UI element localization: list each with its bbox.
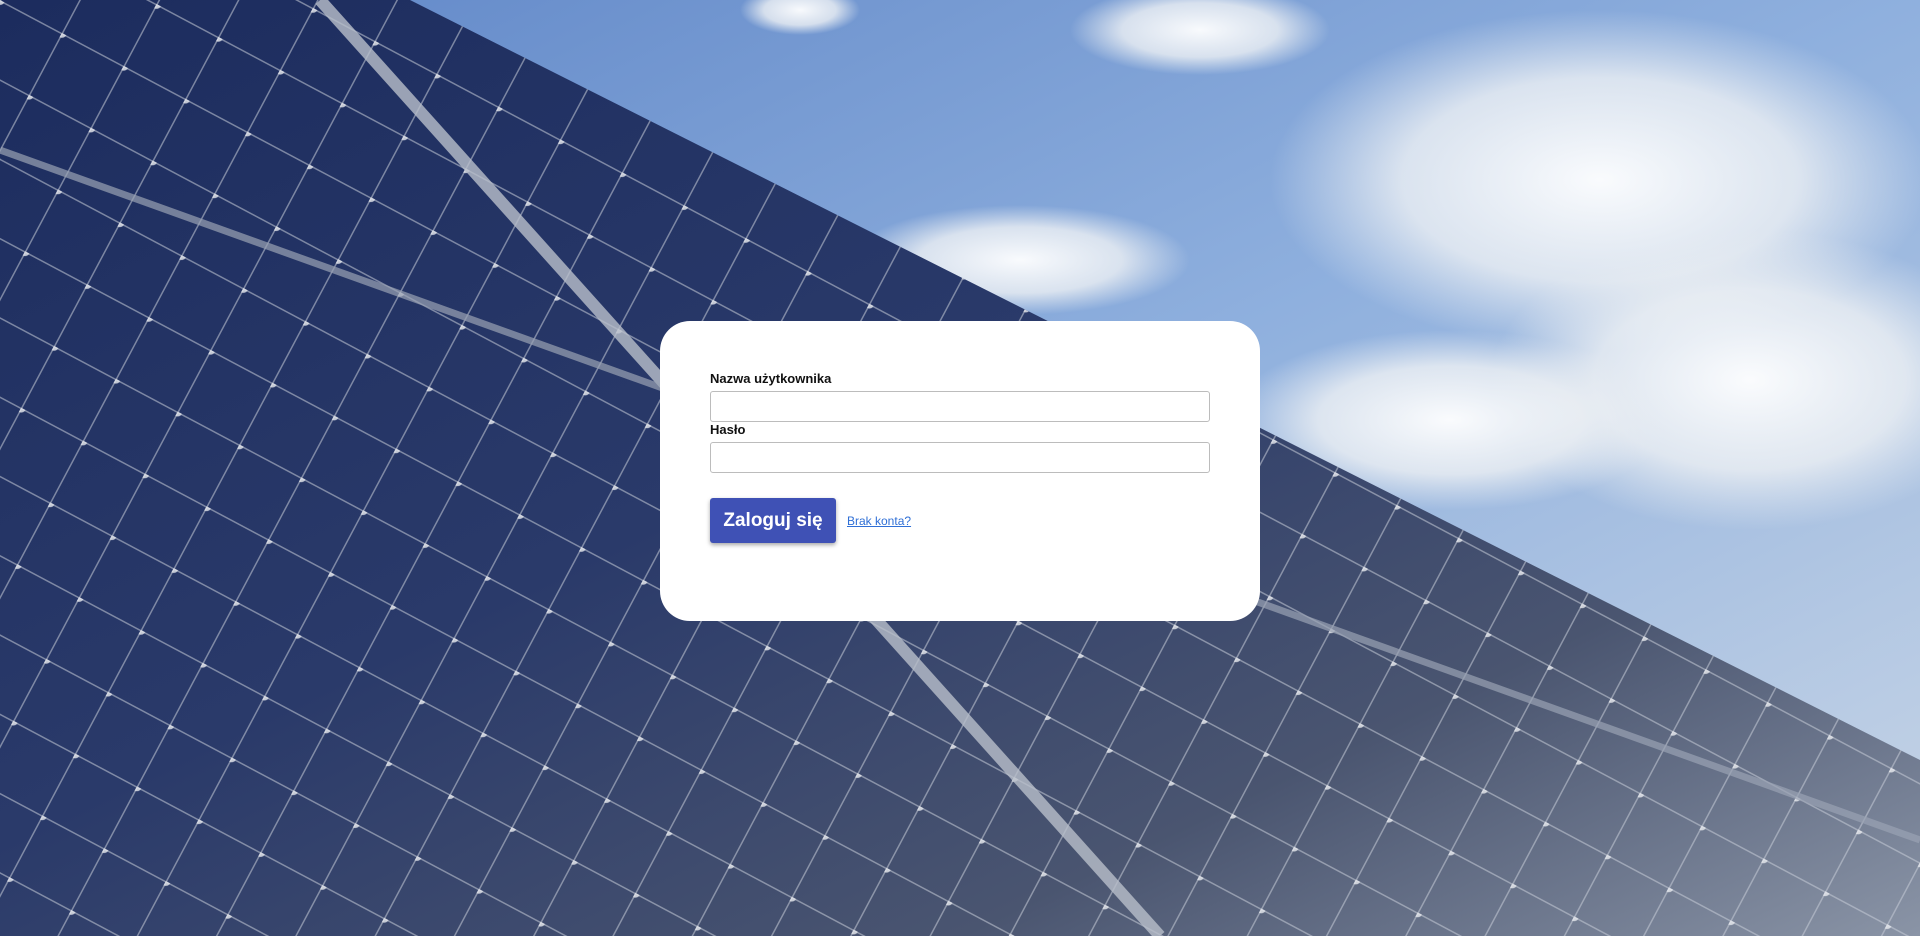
form-actions: Zaloguj się Brak konta? bbox=[710, 498, 1210, 543]
password-label: Hasło bbox=[710, 422, 746, 437]
login-card: Nazwa użytkownika Hasło Zaloguj się Brak… bbox=[660, 321, 1260, 621]
username-input[interactable] bbox=[710, 391, 1210, 422]
username-label: Nazwa użytkownika bbox=[710, 371, 832, 386]
signup-link[interactable]: Brak konta? bbox=[847, 514, 911, 528]
password-input[interactable] bbox=[710, 442, 1210, 473]
login-button[interactable]: Zaloguj się bbox=[710, 498, 836, 543]
